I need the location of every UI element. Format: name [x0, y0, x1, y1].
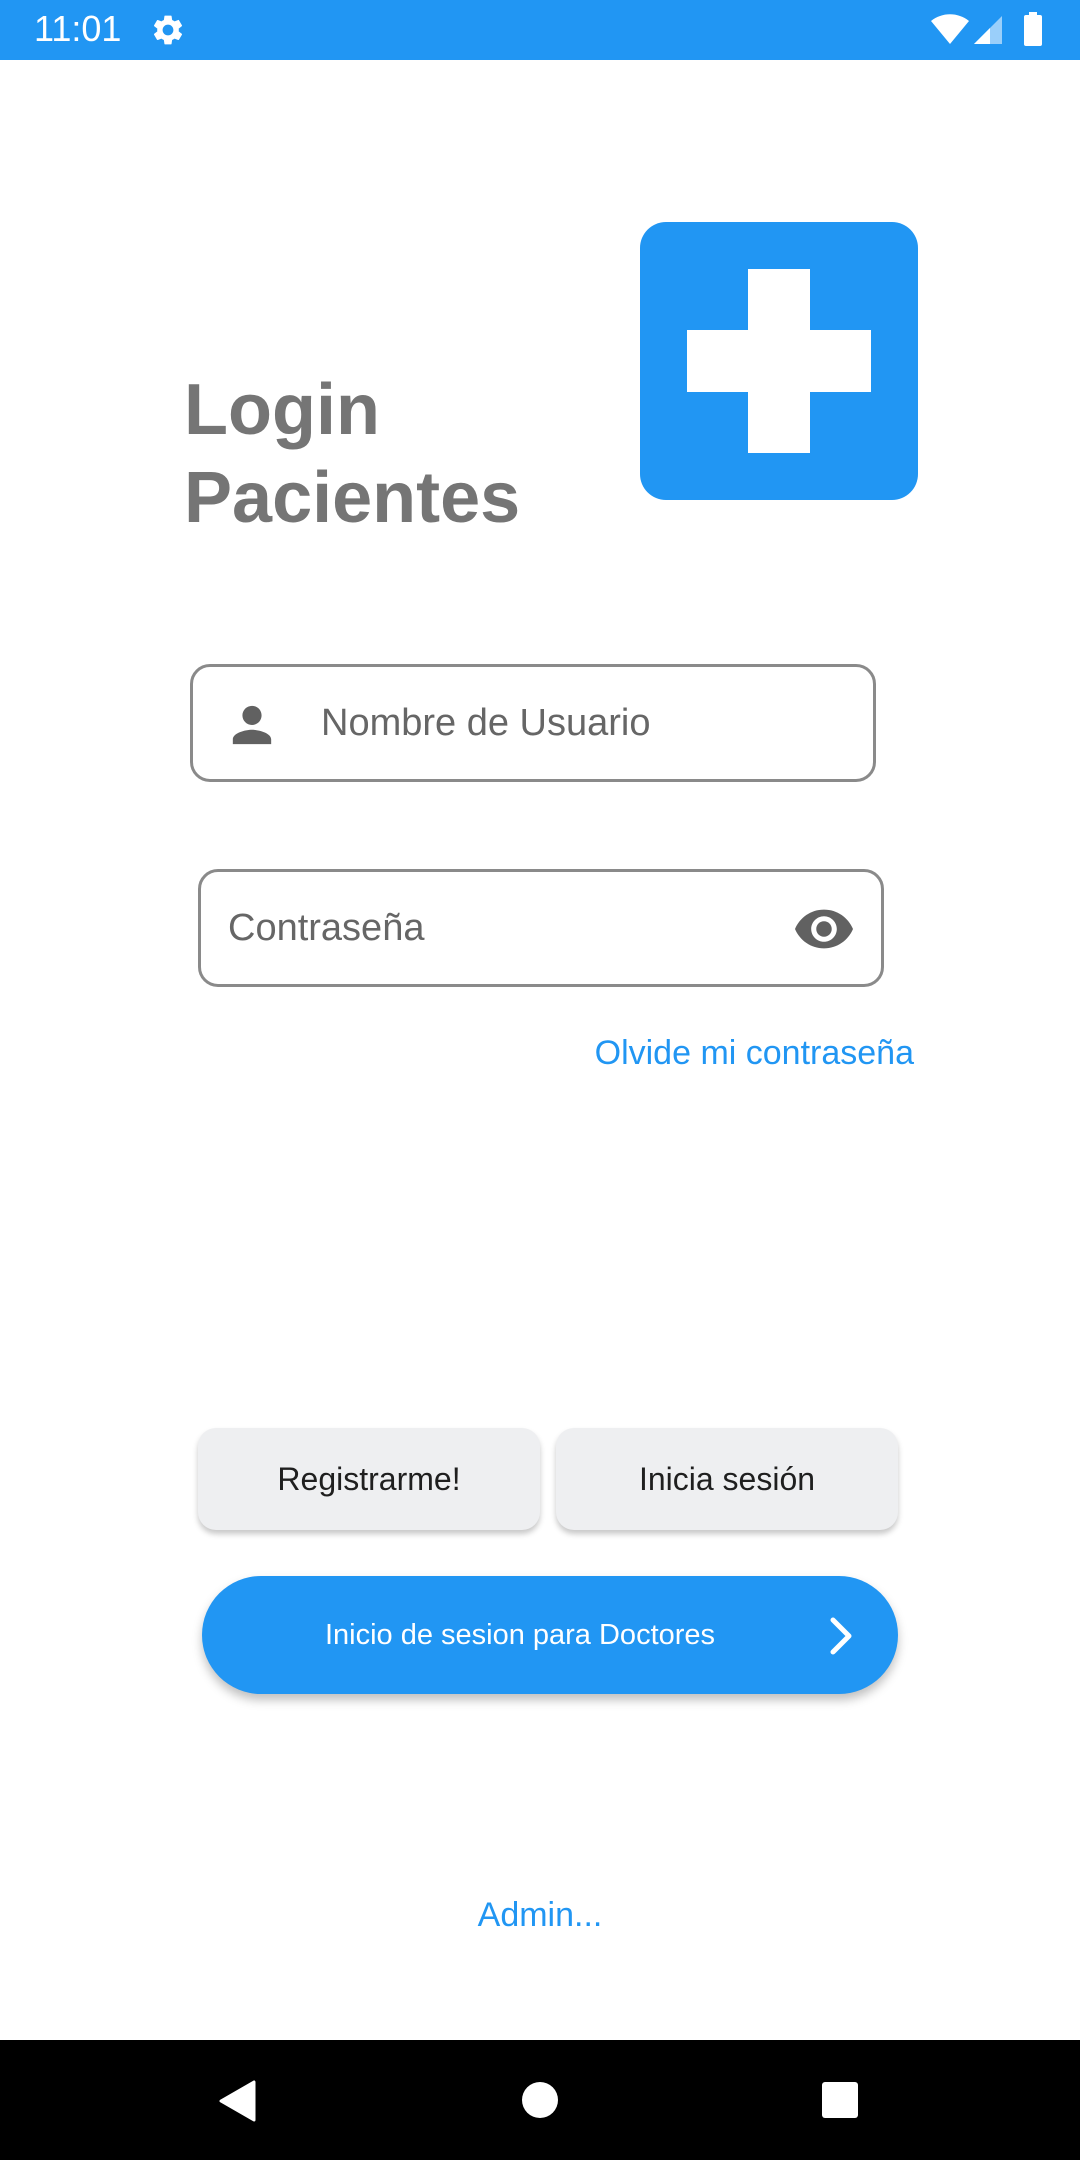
- register-button[interactable]: Registrarme!: [198, 1428, 540, 1530]
- password-input[interactable]: [228, 872, 768, 984]
- wifi-icon: [931, 14, 969, 44]
- battery-icon: [1024, 12, 1042, 46]
- back-icon[interactable]: [218, 2080, 258, 2122]
- forgot-password-link[interactable]: Olvide mi contraseña: [595, 1034, 914, 1073]
- page-title: Login Pacientes: [184, 366, 604, 542]
- username-input[interactable]: [321, 667, 841, 779]
- home-icon[interactable]: [522, 2082, 558, 2118]
- recents-icon[interactable]: [822, 2082, 858, 2118]
- login-button[interactable]: Inicia sesión: [556, 1428, 898, 1530]
- password-field-container[interactable]: [198, 869, 884, 987]
- chevron-right-icon: [830, 1617, 852, 1655]
- person-icon: [232, 705, 272, 745]
- username-field-container[interactable]: [190, 664, 876, 782]
- status-time: 11:01: [34, 8, 122, 49]
- page-title-line2: Pacientes: [184, 458, 521, 538]
- status-bar: 11:01: [0, 0, 1080, 60]
- page-title-line1: Login: [184, 370, 380, 450]
- logo-cross-horizontal: [687, 330, 871, 392]
- signal-icon: [974, 16, 1002, 44]
- eye-icon[interactable]: [795, 909, 853, 949]
- gear-icon: [153, 15, 183, 45]
- medical-cross-icon: [640, 222, 918, 500]
- doctor-login-button[interactable]: Inicio de sesion para Doctores: [202, 1576, 898, 1694]
- doctor-login-label: Inicio de sesion para Doctores: [324, 1618, 716, 1651]
- admin-link[interactable]: Admin...: [0, 1896, 1080, 1935]
- navigation-bar: [0, 2040, 1080, 2160]
